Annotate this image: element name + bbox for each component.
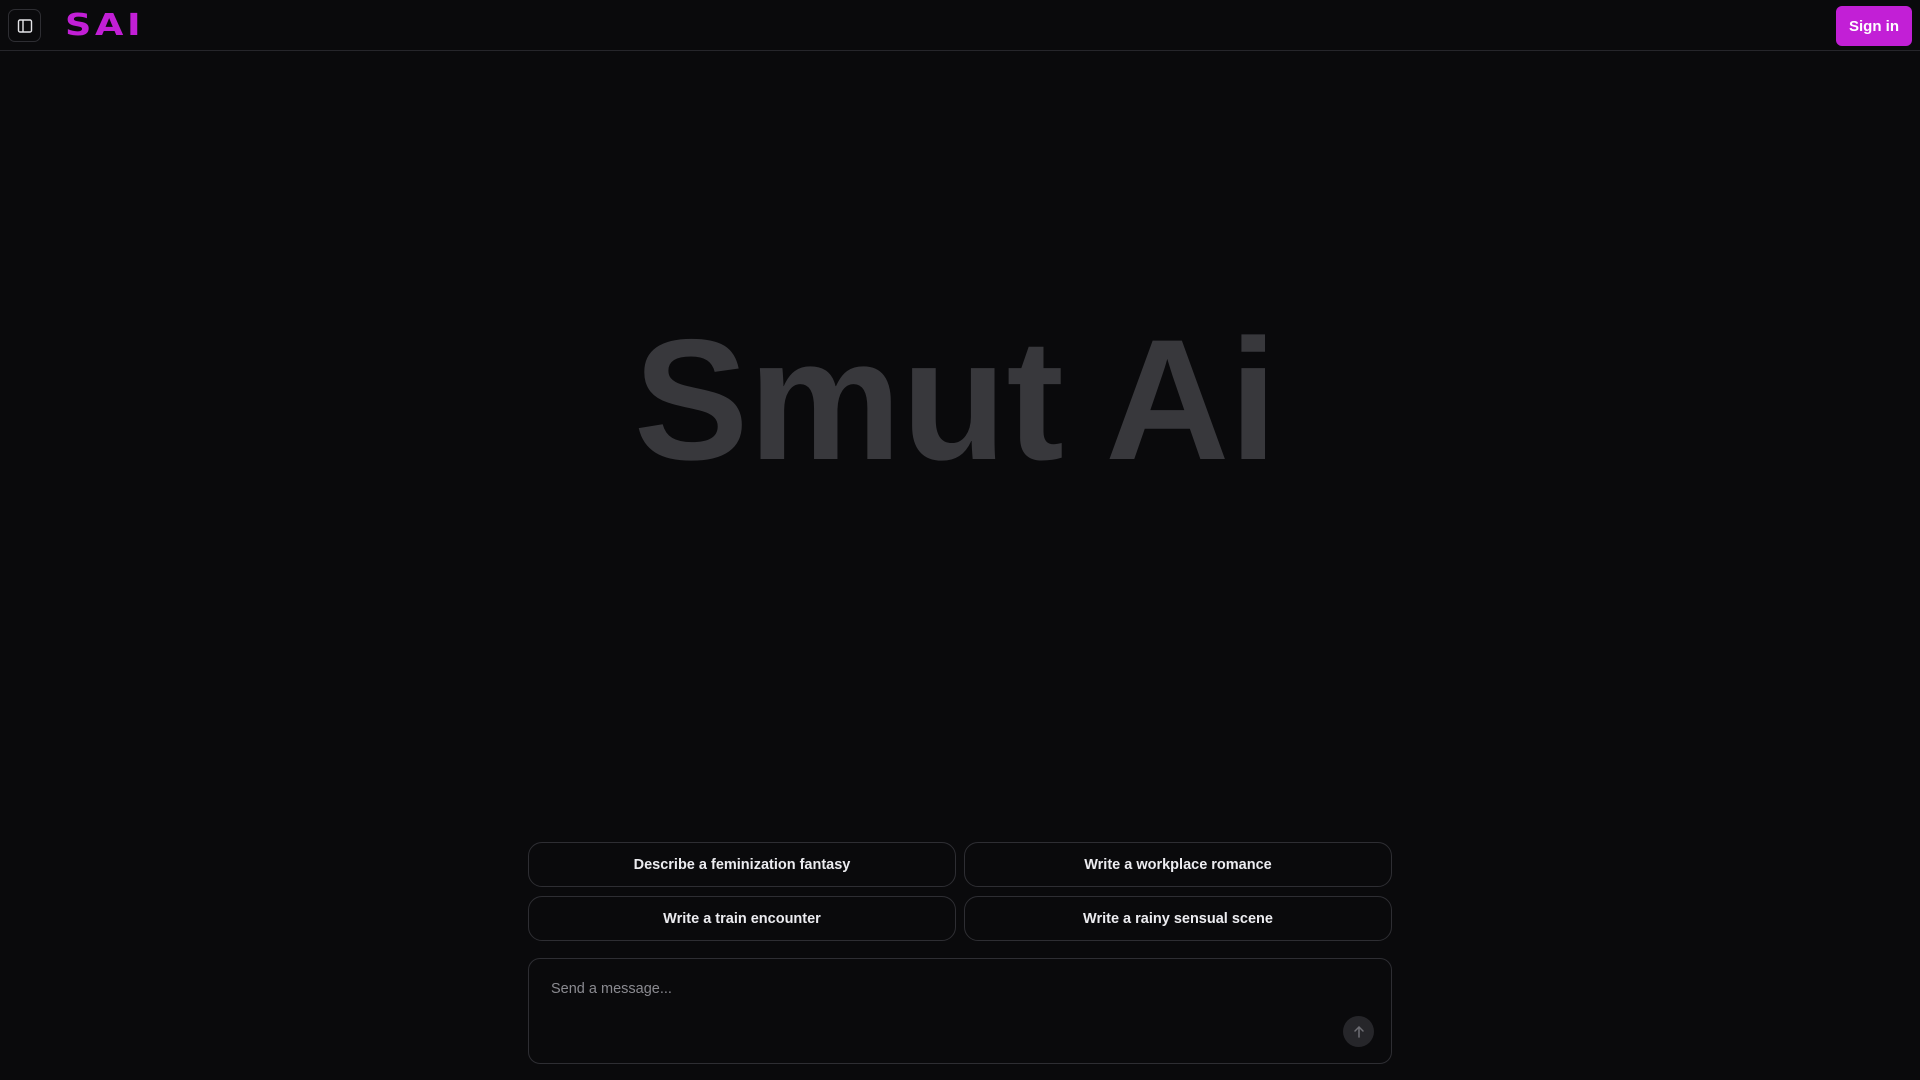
logo[interactable]: SAI <box>65 8 141 43</box>
logo-text: SAI <box>65 7 145 43</box>
sign-in-button[interactable]: Sign in <box>1836 6 1912 46</box>
suggestion-button[interactable]: Write a rainy sensual scene <box>964 896 1392 941</box>
message-input[interactable] <box>549 979 1333 1043</box>
sidebar-panel-icon <box>17 18 33 34</box>
send-button[interactable] <box>1343 1016 1374 1047</box>
sidebar-toggle-button[interactable] <box>8 9 41 42</box>
message-composer <box>528 958 1392 1064</box>
suggestion-button[interactable]: Describe a feminization fantasy <box>528 842 956 887</box>
top-bar: SAI Sign in <box>0 0 1920 51</box>
arrow-up-icon <box>1352 1025 1366 1039</box>
suggestion-grid: Describe a feminization fantasy Write a … <box>528 842 1392 941</box>
hero-title: Smut Ai <box>633 304 1278 496</box>
suggestion-button[interactable]: Write a train encounter <box>528 896 956 941</box>
suggestion-button[interactable]: Write a workplace romance <box>964 842 1392 887</box>
